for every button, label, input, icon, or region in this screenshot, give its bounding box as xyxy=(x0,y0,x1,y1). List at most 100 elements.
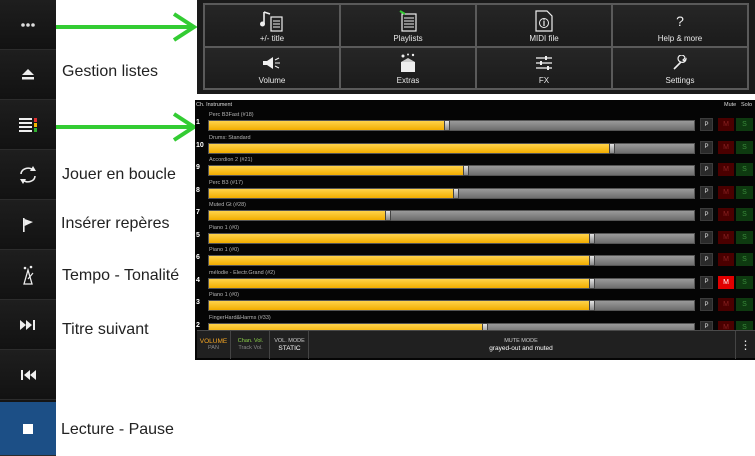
restart-icon xyxy=(20,369,36,380)
mute-button[interactable]: M xyxy=(718,230,734,244)
playlist-button[interactable] xyxy=(0,100,56,150)
menu-item-add-title[interactable]: +/- title xyxy=(205,5,339,46)
mute-button[interactable]: M xyxy=(718,208,734,221)
vol-mode-button[interactable]: VOL. MODE STATIC xyxy=(271,331,309,359)
menu-item-label: +/- title xyxy=(259,33,285,43)
solo-button[interactable]: S xyxy=(736,163,753,176)
loop-icon xyxy=(17,165,39,185)
menu-item-playlists[interactable]: Playlists xyxy=(341,5,475,46)
channel-number: 3 xyxy=(196,299,200,306)
mute-button[interactable]: M xyxy=(718,253,734,266)
menu-item-extras[interactable]: Extras xyxy=(341,47,475,88)
volume-fader[interactable] xyxy=(208,210,695,221)
mute-button[interactable]: M xyxy=(718,298,734,311)
instrument-name: mélodie - Electr.Grand (#2) xyxy=(209,269,276,276)
volume-fader[interactable] xyxy=(208,142,695,154)
solo-button[interactable]: S xyxy=(736,298,753,311)
solo-button[interactable]: S xyxy=(736,118,753,131)
menu-item-fx[interactable]: FX xyxy=(477,47,611,88)
volume-fader[interactable] xyxy=(208,277,695,289)
mute-button[interactable]: M xyxy=(718,275,734,289)
menu-item-settings[interactable]: Settings xyxy=(613,47,747,88)
fader-knob[interactable] xyxy=(589,300,595,311)
fader-knob[interactable] xyxy=(463,165,469,176)
next-track-button[interactable] xyxy=(0,300,56,350)
program-button[interactable]: P xyxy=(700,208,713,221)
volume-fader[interactable] xyxy=(208,165,695,176)
green-arrow-icon xyxy=(56,12,198,42)
volume-fader[interactable] xyxy=(208,120,695,131)
fader-knob[interactable] xyxy=(609,142,615,154)
mute-button[interactable]: M xyxy=(718,163,734,176)
menu-item-label: Help & more xyxy=(657,33,703,43)
program-button[interactable]: P xyxy=(700,298,713,311)
mute-button[interactable]: M xyxy=(718,140,734,154)
pan-label: PAN xyxy=(208,345,219,351)
channel-row: 4 mélodie - Electr.Grand (#2) P M S xyxy=(195,269,755,291)
instrument-name: Piano 1 (#0) xyxy=(209,224,239,231)
chan-track-vol-toggle[interactable]: Chan. Vol. Track Vol. xyxy=(232,331,270,359)
flag-icon xyxy=(22,217,34,232)
fader-knob[interactable] xyxy=(589,277,595,289)
program-button[interactable]: P xyxy=(700,118,713,131)
fader-knob[interactable] xyxy=(385,210,391,221)
fader-knob[interactable] xyxy=(589,255,595,266)
annotation-tempo-tonalite: Tempo - Tonalité xyxy=(62,267,180,284)
program-button[interactable]: P xyxy=(700,275,713,289)
annotation-lecture-pause: Lecture - Pause xyxy=(61,421,174,438)
volume-pan-toggle[interactable]: VOLUME PAN xyxy=(197,331,231,359)
fader-knob[interactable] xyxy=(444,120,450,131)
solo-button[interactable]: S xyxy=(736,208,753,221)
channel-number: 1 xyxy=(196,119,200,126)
fader-fill xyxy=(209,301,592,310)
playlists-icon xyxy=(398,9,418,33)
program-button[interactable]: P xyxy=(700,163,713,176)
channel-row: 9 Accordion 2 (#21) P M S xyxy=(195,156,755,178)
green-arrow-icon xyxy=(56,112,198,142)
program-button[interactable]: P xyxy=(700,185,713,199)
program-button[interactable]: P xyxy=(700,140,713,154)
channel-row: 5 Piano 1 (#0) P M S xyxy=(195,224,755,246)
tempo-button[interactable] xyxy=(0,250,56,300)
flag-button[interactable] xyxy=(0,200,56,250)
fader-knob[interactable] xyxy=(589,232,595,244)
channel-number: 8 xyxy=(196,186,200,194)
instrument-name: Drums: Standard xyxy=(209,134,251,141)
menu-item-midi-file[interactable]: MIDI file xyxy=(477,5,611,46)
mute-mode-button[interactable]: MUTE MODE grayed-out and muted xyxy=(310,331,732,359)
solo-button[interactable]: S xyxy=(736,253,753,266)
solo-button[interactable]: S xyxy=(736,185,753,199)
fader-fill xyxy=(209,121,447,130)
mute-button[interactable]: M xyxy=(718,118,734,131)
volume-fader[interactable] xyxy=(208,232,695,244)
volume-label: VOLUME xyxy=(199,338,228,345)
loop-button[interactable] xyxy=(0,150,56,200)
volume-fader[interactable] xyxy=(208,300,695,311)
channel-number: 4 xyxy=(196,276,200,284)
more-button[interactable] xyxy=(0,0,56,50)
instrument-name: Accordion 2 (#21) xyxy=(209,157,253,163)
solo-button[interactable]: S xyxy=(736,140,753,154)
popup-menu: +/- title Playlists MIDI file ? Help & m… xyxy=(197,0,755,94)
more-icon xyxy=(20,22,36,28)
volume-fader[interactable] xyxy=(208,255,695,266)
overflow-menu-button[interactable]: ⋮ xyxy=(735,331,755,359)
mute-button[interactable]: M xyxy=(718,185,734,199)
program-button[interactable]: P xyxy=(700,253,713,266)
menu-item-help[interactable]: ? Help & more xyxy=(613,5,747,46)
instrument-name: Muted Gt (#28) xyxy=(209,202,246,208)
eject-button[interactable] xyxy=(0,50,56,100)
channel-row: 10 Drums: Standard P M S xyxy=(195,134,755,156)
solo-button[interactable]: S xyxy=(736,275,753,289)
channel-number: 10 xyxy=(196,141,204,149)
restart-button[interactable] xyxy=(0,350,56,400)
menu-item-label: Volume xyxy=(258,76,286,85)
fader-knob[interactable] xyxy=(453,187,459,199)
fader-fill xyxy=(209,233,592,243)
solo-button[interactable]: S xyxy=(736,230,753,244)
stop-button[interactable] xyxy=(0,402,56,456)
menu-item-volume[interactable]: Volume xyxy=(205,47,339,88)
fader-fill xyxy=(209,278,592,288)
program-button[interactable]: P xyxy=(700,230,713,244)
volume-fader[interactable] xyxy=(208,187,695,199)
